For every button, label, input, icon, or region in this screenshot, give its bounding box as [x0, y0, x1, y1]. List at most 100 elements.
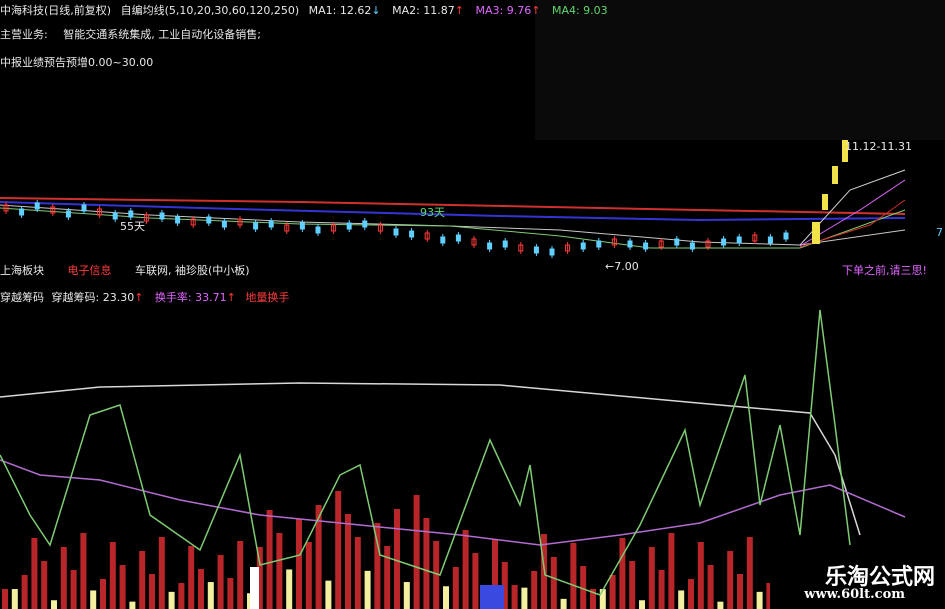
- volume-bar: [119, 565, 126, 609]
- volume-bar: [100, 579, 106, 609]
- volume-bar: [727, 551, 734, 609]
- candle-body: [221, 220, 227, 228]
- volume-bar: [217, 555, 224, 609]
- indicator-name[interactable]: 穿越筹码: [0, 291, 44, 304]
- turnover-value: 换手率: 33.71: [154, 291, 227, 304]
- candle-body: [549, 248, 555, 256]
- candle-body: [674, 238, 680, 246]
- info-row: 上海板块 电子信息 车联网, 袖珍股(中小板): [0, 264, 250, 277]
- volume-bar: [178, 583, 185, 609]
- volume-bar: [286, 569, 293, 609]
- candle-body: [455, 234, 461, 242]
- concepts-label[interactable]: 车联网, 袖珍股(中小板): [135, 264, 250, 277]
- volume-bar: [452, 567, 459, 609]
- header-background: [535, 0, 945, 140]
- header-row: 中海科技(日线,前复权) 自编均线(5,10,20,30,60,120,250)…: [0, 4, 608, 17]
- low-price-value: 7.00: [614, 260, 639, 273]
- volume-bar: [639, 600, 645, 609]
- candle-body: [767, 236, 773, 244]
- arrow-up-icon: ↑: [226, 291, 236, 304]
- candle-body: [736, 236, 742, 244]
- candle-body: [34, 202, 40, 210]
- candle-body: [643, 242, 649, 250]
- arrow-up-icon: ↑: [531, 4, 541, 17]
- candle-body: [128, 210, 134, 218]
- volume-bar: [707, 565, 714, 609]
- volume-bar: [296, 519, 302, 609]
- ma4-value: MA4: 9.03: [551, 4, 608, 17]
- candle-body: [19, 208, 25, 216]
- volume-bar: [335, 491, 342, 609]
- volume-bar-blue: [480, 585, 504, 609]
- price-chart[interactable]: [0, 130, 945, 270]
- business-row: 主营业务: 智能交通系统集成, 工业自动化设备销售;: [0, 28, 261, 41]
- volume-bar: [139, 551, 146, 609]
- volume-bar: [21, 575, 28, 609]
- volume-bar: [746, 537, 753, 609]
- volume-bar: [354, 537, 361, 609]
- candle-body: [580, 242, 586, 250]
- candle-yellow: [812, 222, 820, 244]
- volume-bar-white: [250, 567, 259, 609]
- volume-bar: [668, 533, 675, 609]
- volume-bar: [129, 601, 136, 609]
- volume-bar: [658, 570, 665, 609]
- volume-bar: [629, 561, 636, 609]
- candle-body: [721, 238, 727, 246]
- volume-bar: [756, 591, 763, 609]
- volume-bar: [168, 591, 175, 609]
- arrow-down-icon: ↓: [371, 4, 381, 17]
- candle-body: [487, 242, 493, 250]
- candle-body: [268, 220, 274, 228]
- volume-bar: [462, 530, 469, 609]
- volume-bar: [697, 542, 704, 609]
- candle-body: [502, 240, 508, 248]
- volume-bar: [2, 589, 8, 609]
- volume-bar: [384, 546, 391, 609]
- high-price-label: 11.12-11.31: [845, 140, 912, 153]
- candle-body: [783, 232, 789, 240]
- volume-bar: [599, 589, 606, 609]
- volume-bar: [531, 571, 538, 609]
- volume-bar: [717, 601, 724, 609]
- volume-bar: [550, 557, 557, 609]
- ma1-value: MA1: 12.62: [308, 4, 372, 17]
- candle-body: [81, 204, 87, 212]
- volume-bar: [60, 547, 67, 609]
- volume-bar: [305, 542, 312, 609]
- candle-body: [253, 222, 259, 230]
- ma3-value: MA3: 9.76: [475, 4, 532, 17]
- stock-title[interactable]: 中海科技(日线,前复权): [0, 4, 111, 17]
- candle-body: [393, 228, 399, 236]
- volume-bar: [41, 561, 48, 609]
- volume-bar: [394, 509, 400, 609]
- volume-bar: [521, 587, 528, 609]
- volume-bar: [609, 575, 616, 609]
- volume-bar: [443, 586, 449, 609]
- candle-body: [533, 246, 539, 254]
- ma-indicator-label[interactable]: 自编均线(5,10,20,30,60,120,250): [121, 4, 300, 17]
- arrow-up-icon: ↑: [454, 4, 465, 17]
- industry-label[interactable]: 电子信息: [68, 264, 112, 277]
- ma2-value: MA2: 11.87: [392, 4, 455, 17]
- candle-body: [596, 240, 602, 248]
- candle-body: [689, 242, 695, 250]
- indicator-header: 穿越筹码 穿越筹码: 23.30↑ 换手率: 33.71↑ 地量换手: [0, 291, 289, 304]
- candle-body: [362, 220, 368, 228]
- candle-body: [206, 216, 212, 224]
- volume-bar: [413, 495, 420, 609]
- indicator-value: 穿越筹码: 23.30: [51, 291, 135, 304]
- candle-body: [159, 212, 165, 220]
- volume-bar: [325, 580, 332, 609]
- volume-bar: [345, 514, 351, 609]
- sector-label[interactable]: 上海板块: [0, 264, 44, 277]
- volume-bar: [188, 546, 195, 609]
- volume-bar: [90, 590, 97, 609]
- volume-bar: [80, 533, 87, 609]
- candle-body: [409, 230, 415, 238]
- candle-body: [440, 236, 446, 244]
- candle-yellow: [822, 194, 828, 210]
- candle-body: [112, 212, 118, 220]
- volume-bar: [688, 579, 694, 609]
- volume-bar: [648, 547, 655, 609]
